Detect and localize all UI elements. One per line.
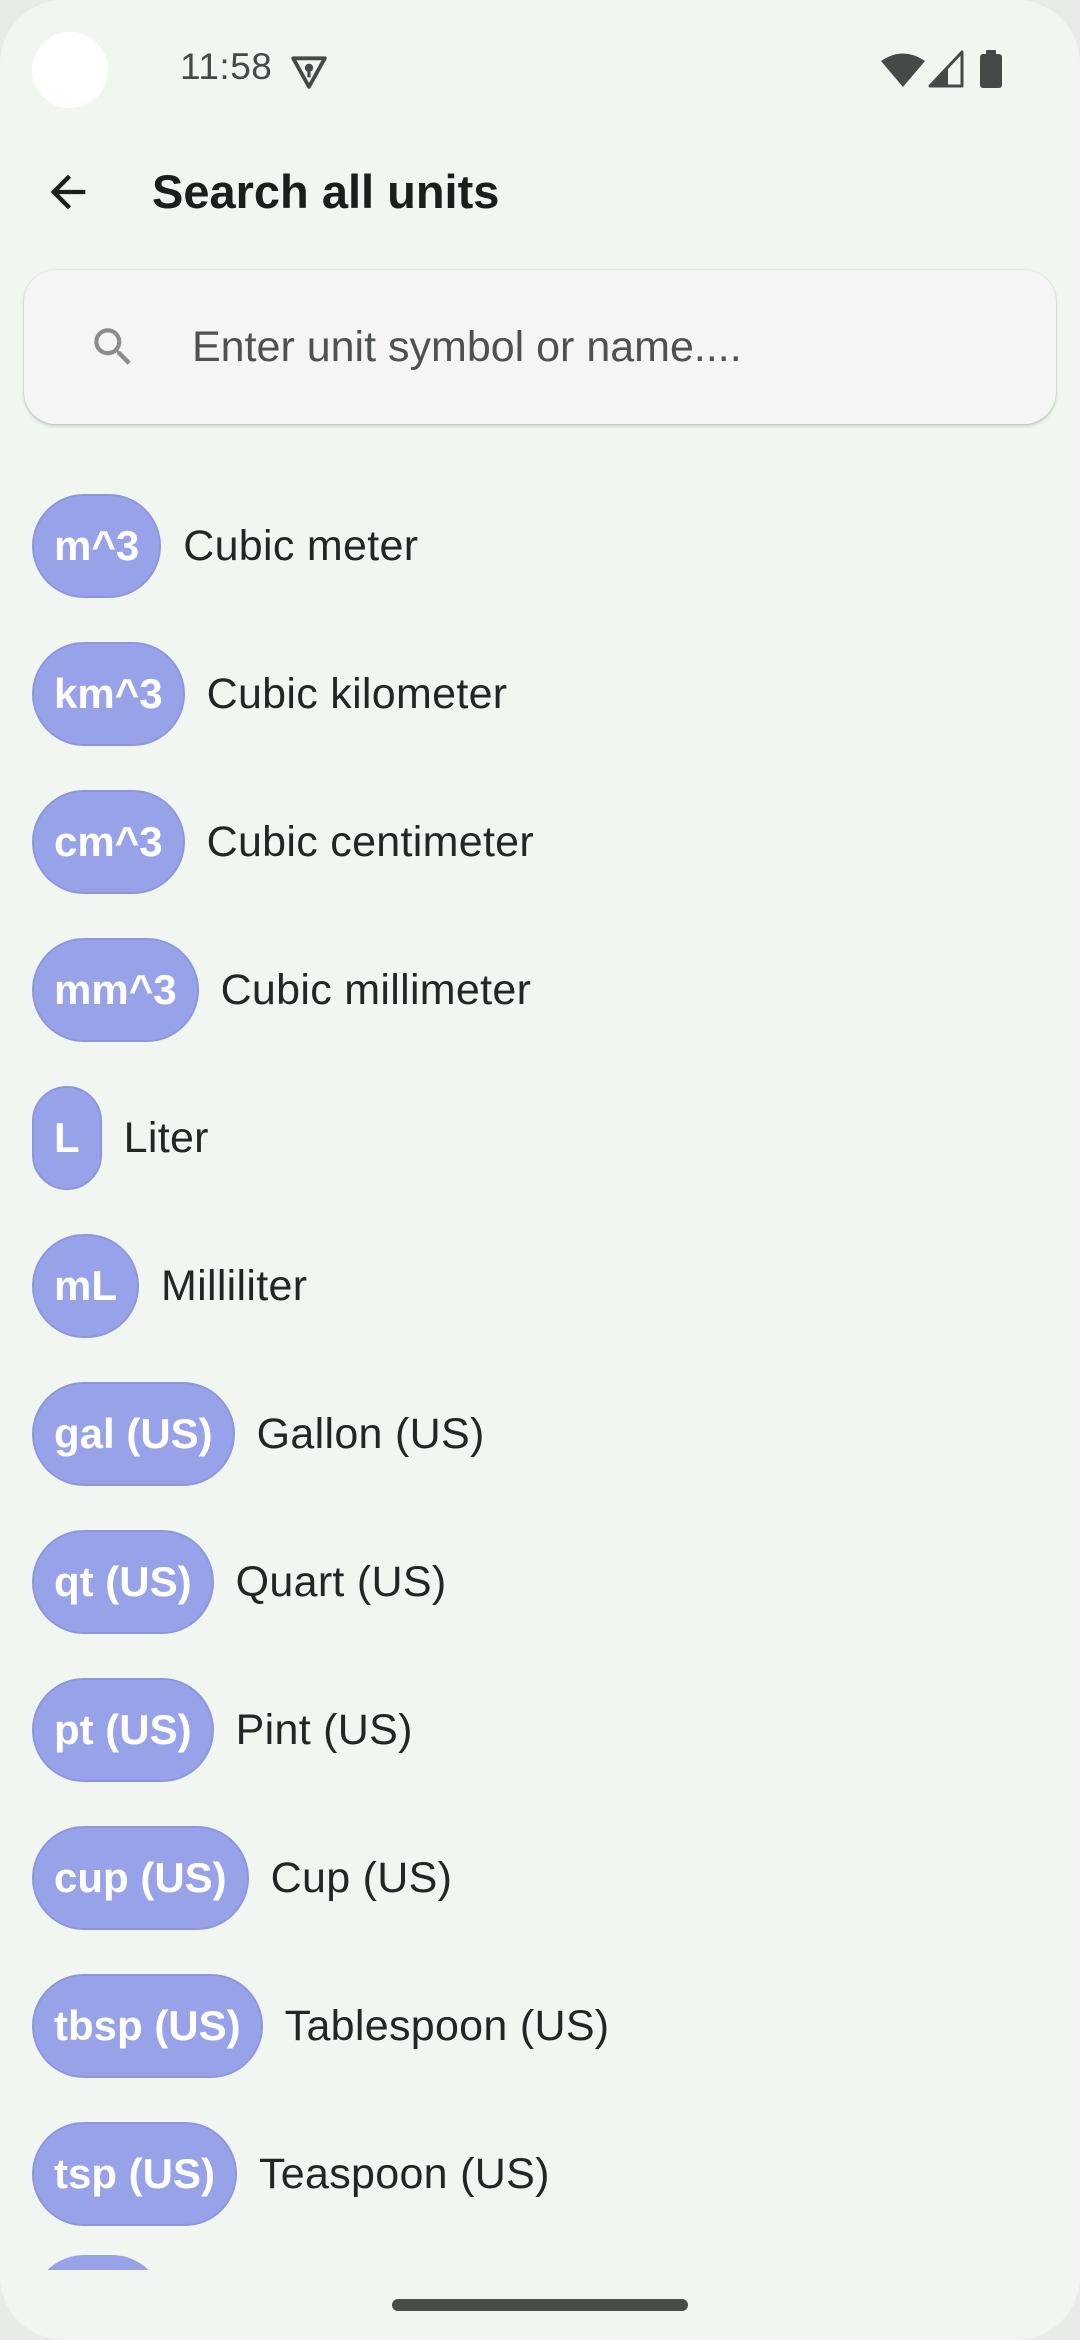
unit-list-item[interactable]: cup (US) Cup (US) [0,1804,1080,1952]
unit-name: Gallon (US) [256,1409,485,1458]
unit-symbol-chip: tbsp (US) [32,1974,263,2078]
unit-list-item[interactable]: L Liter [0,1064,1080,1212]
unit-name: Milliliter [161,1261,308,1310]
unit-list-item[interactable]: tbsp (US) Tablespoon (US) [0,1952,1080,2100]
unit-symbol-chip: km^3 [32,642,185,746]
unit-list-item[interactable]: m^3 Cubic meter [0,472,1080,620]
unit-symbol-chip: mL [32,1234,139,1338]
unit-name: Cup (US) [270,1853,453,1902]
unit-list-item[interactable]: mL Milliliter [0,1212,1080,1360]
search-bar[interactable] [24,270,1056,424]
unit-name: Teaspoon (US) [259,2149,550,2198]
unit-symbol-chip: qt (US) [32,1530,214,1634]
unit-name: Cubic meter [183,521,419,570]
battery-icon [980,50,1002,88]
unit-symbol-chip: cup (US) [32,1826,249,1930]
vpn-key-icon [291,56,327,89]
signal-icon [928,50,964,88]
unit-list-item[interactable]: km^3 Cubic kilometer [0,620,1080,768]
unit-list-item[interactable]: gal (US) Gallon (US) [0,1360,1080,1508]
unit-name: Quart (US) [235,1557,447,1606]
unit-list-item[interactable]: qt (US) Quart (US) [0,1508,1080,1656]
status-time: 11:58 [180,46,273,87]
unit-list-item[interactable]: tsp (US) Teaspoon (US) [0,2100,1080,2248]
unit-list-item[interactable]: cm^3 Cubic centimeter [0,768,1080,916]
unit-name: Pint (US) [235,1705,413,1754]
unit-list: m^3 Cubic meter km^3 Cubic kilometer cm^3 Cub… [0,472,1080,2280]
unit-list-item[interactable]: pt (US) Pint (US) [0,1656,1080,1804]
back-button[interactable] [26,150,110,234]
unit-name: Tablespoon (US) [284,2001,610,2050]
unit-symbol-chip: mm^3 [32,938,199,1042]
unit-list-item[interactable]: mm^3 Cubic millimeter [0,916,1080,1064]
page-title: Search all units [152,165,500,218]
unit-name: Cubic millimeter [220,965,532,1014]
unit-name: Cubic centimeter [206,817,535,866]
home-indicator[interactable] [392,2299,688,2311]
unit-symbol-chip: tsp (US) [32,2122,237,2226]
unit-symbol-chip: pt (US) [32,1678,214,1782]
unit-name: Cubic kilometer [206,669,508,718]
unit-symbol-chip: cm^3 [32,790,185,894]
screen: 11:58 Search all units m^ [0,0,1080,2340]
arrow-back-icon [50,174,86,210]
unit-symbol-chip: L [32,1086,102,1190]
unit-name: Liter [123,1113,209,1162]
wifi-icon [881,53,925,87]
status-bar: 11:58 [0,0,1080,140]
search-icon [94,328,131,365]
camera-cutout [32,32,108,108]
unit-symbol-chip: gal (US) [32,1382,235,1486]
search-input[interactable] [168,270,1028,424]
unit-symbol-chip: m^3 [32,494,162,598]
app-bar: Search all units [0,140,1080,244]
